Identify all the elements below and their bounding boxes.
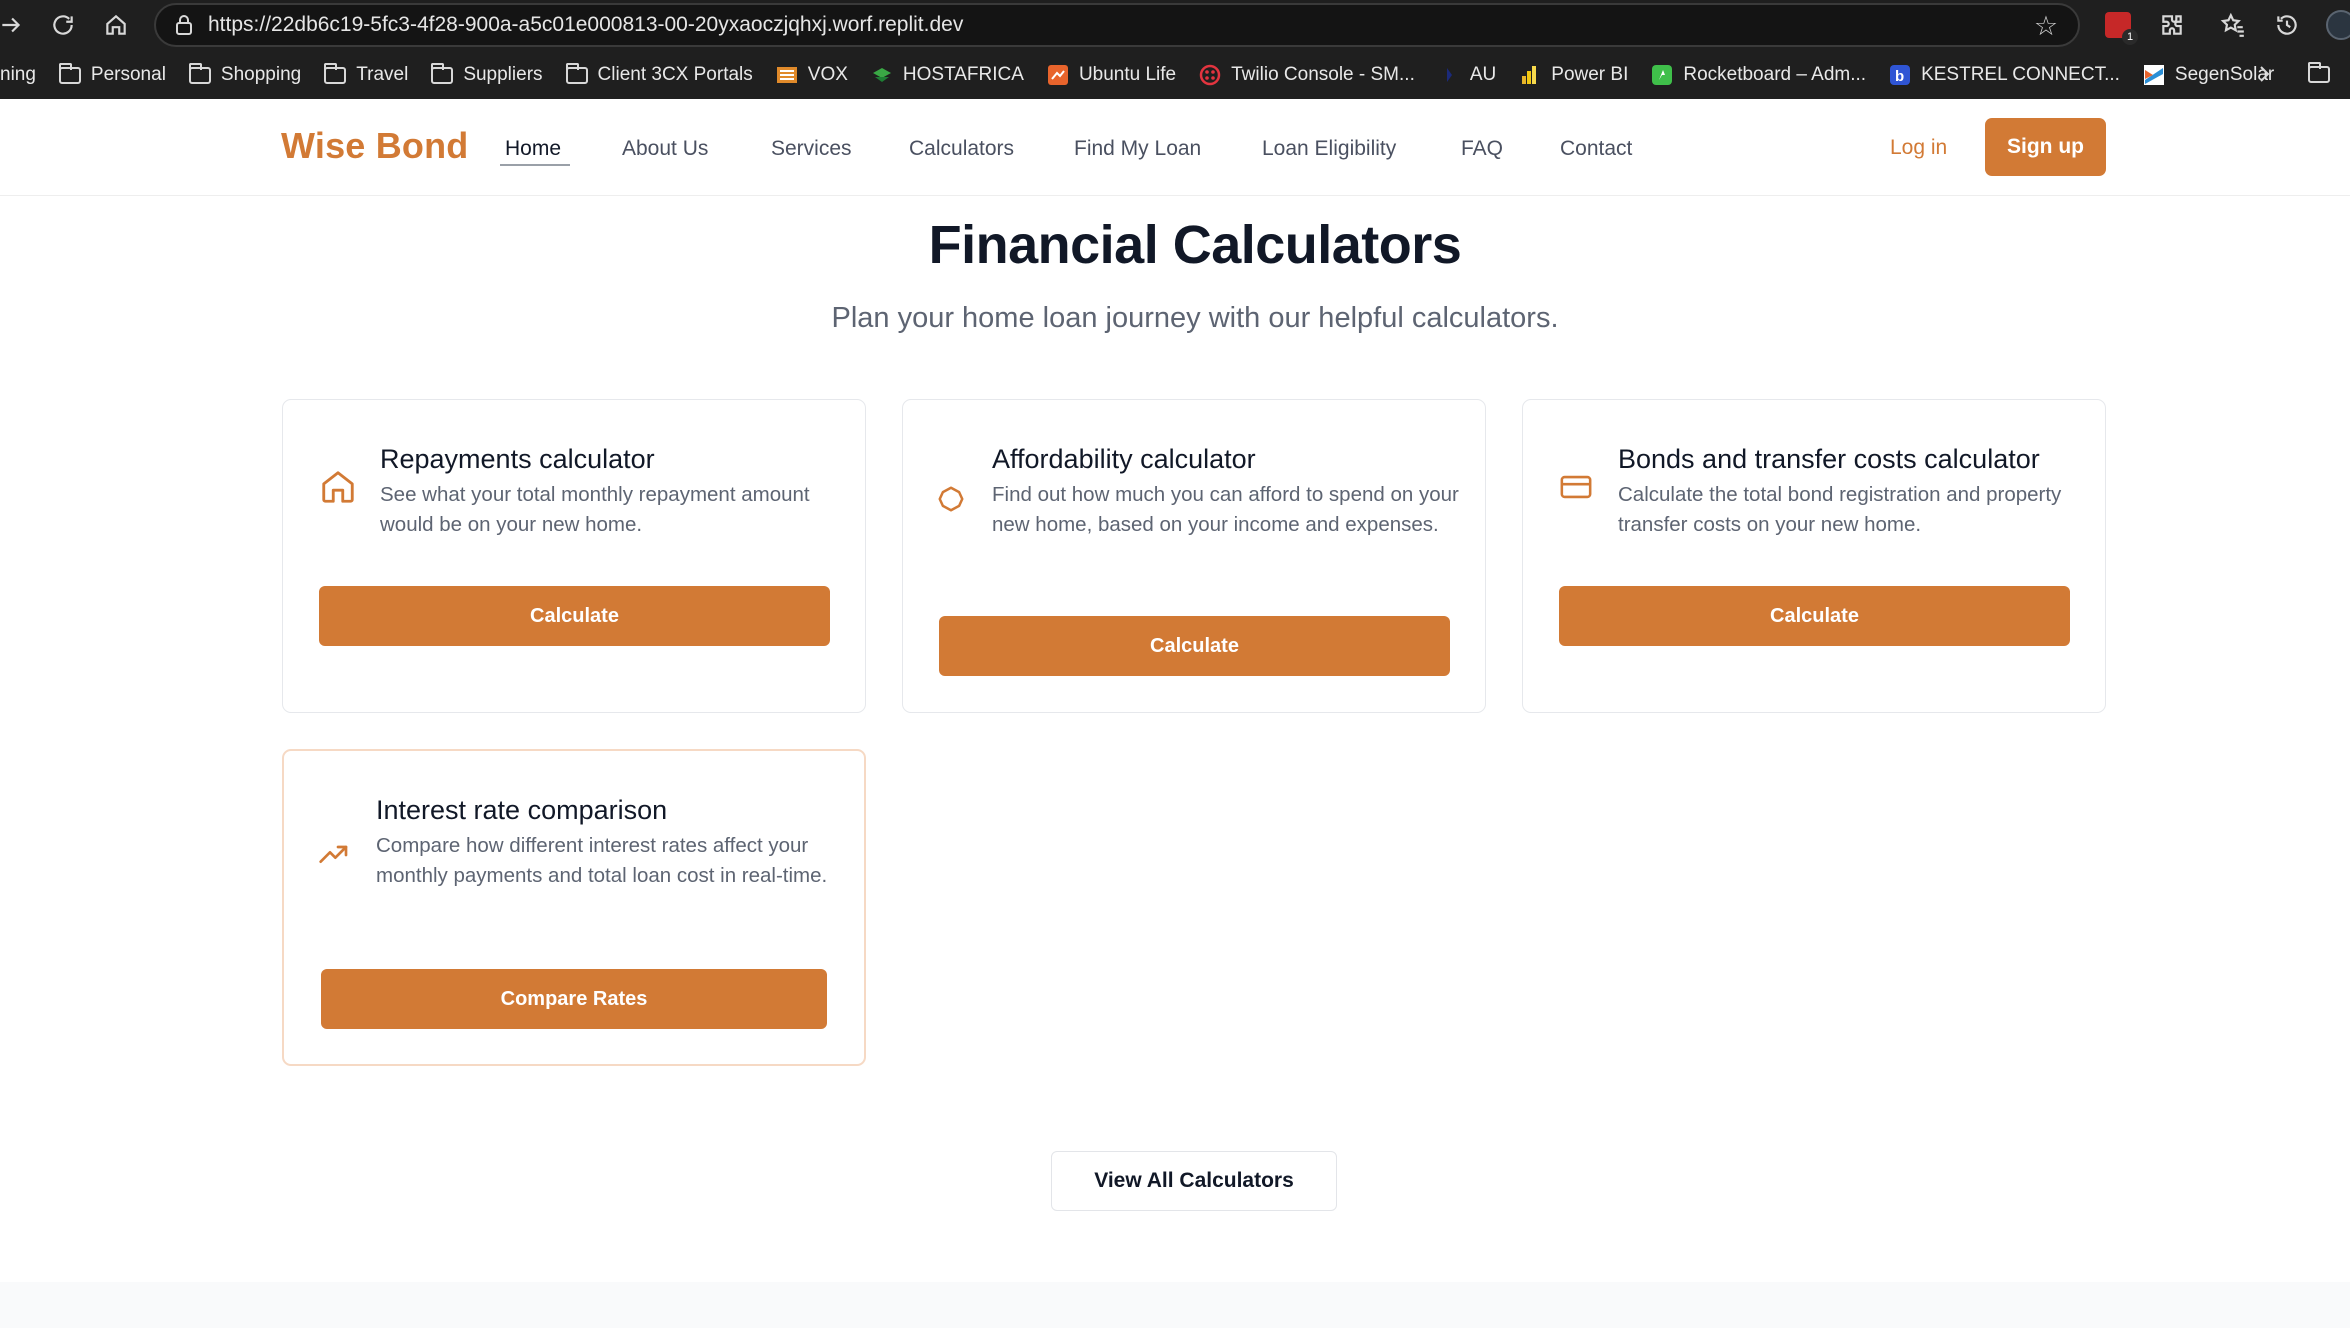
folder-icon (565, 62, 589, 86)
nav-home[interactable]: Home (505, 137, 561, 161)
site-logo[interactable]: Wise Bond (281, 125, 468, 167)
reload-icon[interactable] (44, 6, 82, 44)
page-subtitle: Plan your home loan journey with our hel… (831, 302, 1559, 334)
compare-rates-button[interactable]: Compare Rates (321, 969, 827, 1029)
card-affordability-calculator: Affordability calculator Find out how mu… (902, 399, 1486, 713)
hostafrica-icon (870, 64, 894, 86)
bookmark-label: AU (1469, 64, 1497, 85)
bookmark-vox[interactable]: VOX (764, 55, 859, 95)
browser-chrome: https://22db6c19-5fc3-4f28-900a-a5c01e00… (0, 0, 2350, 99)
bookmark-label: Client 3CX Portals (597, 64, 753, 85)
bookmark-label: KESTREL CONNECT... (1921, 64, 2120, 85)
puzzle-icon[interactable] (2153, 6, 2191, 44)
nav-loan-eligibility[interactable]: Loan Eligibility (1262, 137, 1396, 161)
view-all-calculators-button[interactable]: View All Calculators (1051, 1151, 1337, 1211)
bookmark-ubuntu-life[interactable]: Ubuntu Life (1035, 55, 1187, 95)
url-text[interactable]: https://22db6c19-5fc3-4f28-900a-a5c01e00… (208, 13, 963, 37)
card-description: Calculate the total bond registration an… (1618, 483, 2062, 536)
rocketboard-icon (1650, 64, 1674, 86)
card-title: Interest rate comparison (376, 795, 668, 825)
folder-icon (58, 62, 82, 86)
chevron-right-icon[interactable] (2244, 52, 2284, 96)
nav-about-us[interactable]: About Us (622, 137, 708, 161)
bookmarks-bar: ning Personal Shopping Travel Suppliers … (0, 52, 2350, 98)
site-header: Wise Bond Home About Us Services Calcula… (0, 99, 2350, 196)
calculate-repayments-button[interactable]: Calculate (319, 586, 830, 646)
card-title: Affordability calculator (992, 444, 1256, 474)
bookmark-label: Suppliers (463, 64, 543, 85)
nav-faq[interactable]: FAQ (1461, 137, 1503, 161)
lock-icon[interactable] (164, 5, 204, 45)
bookmark-hostafrica[interactable]: HOSTAFRICA (859, 55, 1035, 95)
svg-text:b: b (1895, 68, 1904, 85)
card-description: See what your total monthly repayment am… (380, 483, 810, 536)
nav-calculators[interactable]: Calculators (909, 137, 1014, 161)
page-title: Financial Calculators (928, 215, 1462, 275)
folder-icon (430, 62, 454, 86)
bookmark-label: Power BI (1551, 64, 1629, 85)
login-link[interactable]: Log in (1890, 136, 1947, 160)
bookmark-personal[interactable]: Personal (47, 55, 177, 95)
credit-card-icon (1559, 470, 1597, 508)
segensolar-icon (2142, 64, 2166, 86)
card-title: Bonds and transfer costs calculator (1618, 444, 2040, 474)
powerbi-icon (1518, 64, 1542, 86)
other-bookmarks-folder-icon[interactable] (2308, 60, 2338, 88)
bookmark-label: Twilio Console - SM... (1231, 64, 1415, 85)
card-interest-rate-comparison: Interest rate comparison Compare how dif… (282, 749, 866, 1066)
folder-icon (323, 62, 347, 86)
address-row: https://22db6c19-5fc3-4f28-900a-a5c01e00… (0, 0, 2350, 50)
history-icon[interactable] (2268, 6, 2306, 44)
nav-services[interactable]: Services (771, 137, 852, 161)
extension-badge: 1 (2122, 29, 2138, 45)
nav-contact[interactable]: Contact (1560, 137, 1632, 161)
bookmark-kestrel-connect[interactable]: b KESTREL CONNECT... (1877, 55, 2131, 95)
circle-icon (936, 484, 974, 522)
extension-red-icon[interactable]: 1 (2099, 6, 2138, 45)
bookmark-ning[interactable]: ning (0, 55, 47, 95)
bookmark-power-bi[interactable]: Power BI (1507, 55, 1639, 95)
twilio-icon (1198, 64, 1222, 86)
home-nav-icon[interactable] (97, 6, 135, 44)
bookmark-rocketboard[interactable]: Rocketboard – Adm... (1639, 55, 1877, 95)
folder-icon (188, 62, 212, 86)
nav-active-underline (500, 164, 570, 166)
bookmark-label: Shopping (220, 64, 302, 85)
bookmark-au[interactable]: AU (1426, 55, 1507, 95)
bookmark-label: VOX (807, 64, 848, 85)
card-title: Repayments calculator (380, 444, 655, 474)
bookmark-label: Rocketboard – Adm... (1683, 64, 1867, 85)
card-description: Find out how much you can afford to spen… (992, 483, 1459, 536)
address-bar[interactable]: https://22db6c19-5fc3-4f28-900a-a5c01e00… (154, 3, 2080, 47)
footer-band (0, 1282, 2350, 1328)
star-icon[interactable]: ☆ (2026, 6, 2066, 46)
bookmark-suppliers[interactable]: Suppliers (419, 55, 553, 95)
favorites-icon[interactable] (2214, 6, 2252, 44)
bookmark-label: HOSTAFRICA (902, 64, 1024, 85)
card-description: Compare how different interest rates aff… (376, 834, 828, 887)
bookmark-twilio[interactable]: Twilio Console - SM... (1187, 55, 1426, 95)
card-bonds-transfer-costs-calculator: Bonds and transfer costs calculator Calc… (1522, 399, 2106, 713)
profile-avatar-icon[interactable] (2322, 6, 2350, 44)
trending-up-icon (318, 839, 356, 877)
vox-icon (775, 64, 799, 86)
bookmark-label: Ubuntu Life (1078, 64, 1177, 85)
calculate-bonds-button[interactable]: Calculate (1559, 586, 2070, 646)
bookmark-travel[interactable]: Travel (312, 55, 419, 95)
nav-find-my-loan[interactable]: Find My Loan (1074, 137, 1201, 161)
bookmark-label: Travel (356, 64, 409, 85)
au-icon (1437, 64, 1461, 86)
forward-icon[interactable] (0, 6, 30, 44)
bookmark-client-3cx-portals[interactable]: Client 3CX Portals (554, 55, 764, 95)
kestrel-icon: b (1888, 64, 1912, 86)
home-icon (319, 468, 357, 506)
bookmark-shopping[interactable]: Shopping (177, 55, 312, 95)
signup-button[interactable]: Sign up (1985, 118, 2106, 176)
bookmark-label: ning (0, 64, 36, 85)
ubuntu-life-icon (1046, 64, 1070, 86)
card-repayments-calculator: Repayments calculator See what your tota… (282, 399, 866, 713)
bookmark-label: Personal (90, 64, 166, 85)
calculate-affordability-button[interactable]: Calculate (939, 616, 1450, 676)
